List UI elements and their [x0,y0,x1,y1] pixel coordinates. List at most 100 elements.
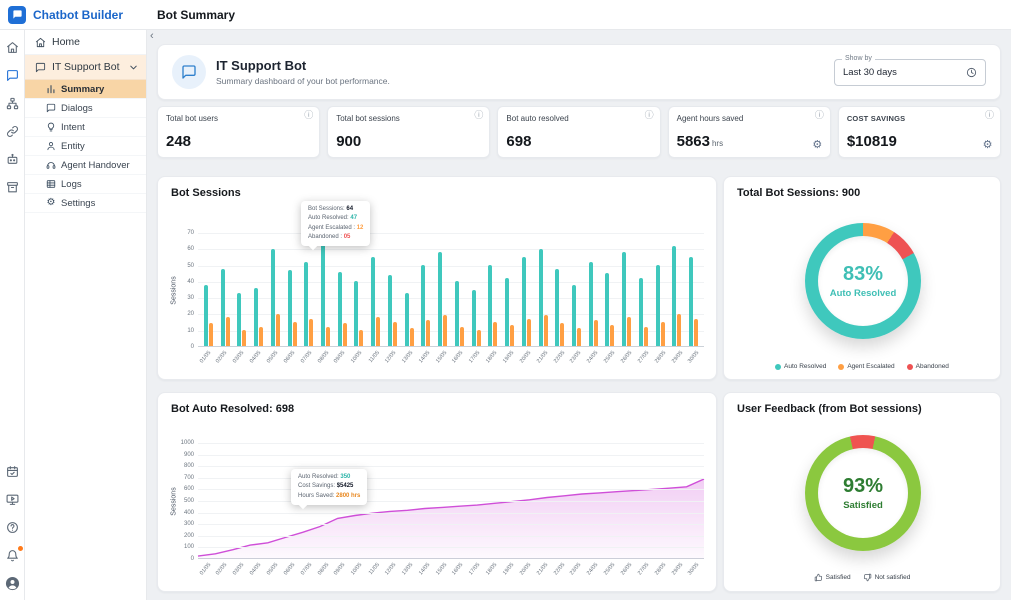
bar-group-29/05[interactable] [669,233,686,346]
bar-group-26/05[interactable] [618,233,635,346]
app-logo[interactable] [8,6,26,24]
rail-link-button[interactable] [5,124,20,139]
lightbulb-icon [46,122,56,132]
bar-group-27/05[interactable] [635,233,652,346]
bar-group-08/05[interactable] [317,233,334,346]
legend-item-abandoned[interactable]: Abandoned [907,363,949,370]
x-tick-label: 16/05 [451,350,464,364]
bar-group-12/05[interactable] [384,233,401,346]
bar-group-17/05[interactable] [468,233,485,346]
bar [237,293,241,346]
rail-home-button[interactable] [5,40,20,55]
calendar-icon [6,465,19,478]
bar-group-09/05[interactable] [334,233,351,346]
bar-group-06/05[interactable] [284,233,301,346]
rail-calendar-button[interactable] [5,464,20,479]
bar [605,273,609,346]
bar [438,252,442,346]
avatar-icon [5,576,20,591]
sidebar-item-agent-handover[interactable]: Agent Handover [25,156,146,175]
notification-badge [17,545,24,552]
bar-group-02/05[interactable] [217,233,234,346]
info-icon[interactable]: ⓘ [474,112,483,121]
legend-item-satisfied[interactable]: Satisfied [814,573,851,582]
info-icon[interactable]: ⓘ [985,112,994,121]
bar [354,281,358,346]
bar-group-07/05[interactable] [300,233,317,346]
auto-resolved-chart-card: Bot Auto Resolved: 698 Sessions 01002003… [157,392,717,592]
sidebar-item-logs[interactable]: Logs [25,175,146,194]
stat-settings-icon[interactable]: ⚙ [812,139,823,150]
rail-monitor-button[interactable] [5,492,20,507]
x-tick: 06/05 [282,560,299,584]
bot-subtitle: Summary dashboard of your bot performanc… [216,76,390,86]
legend-item-agent-escalated[interactable]: Agent Escalated [838,363,894,370]
show-by-dropdown[interactable]: Show by Last 30 days [834,59,986,86]
bar-group-30/05[interactable] [685,233,702,346]
bar-group-22/05[interactable] [551,233,568,346]
bar-group-10/05[interactable] [351,233,368,346]
bar-group-16/05[interactable] [451,233,468,346]
bar-group-11/05[interactable] [367,233,384,346]
bar-group-15/05[interactable] [434,233,451,346]
bar-group-04/05[interactable] [250,233,267,346]
rail-sitemap-button[interactable] [5,96,20,111]
rail-robot-button[interactable] [5,152,20,167]
rail-help-button[interactable] [5,520,20,535]
info-icon[interactable]: ⓘ [815,112,824,121]
sidebar: Home IT Support Bot SummaryDialogsIntent… [25,30,147,600]
info-icon[interactable]: ⓘ [304,112,313,121]
bar-group-14/05[interactable] [418,233,435,346]
chart-title: Bot Sessions [171,187,241,199]
stat-settings-icon[interactable]: ⚙ [982,139,993,150]
bar-group-03/05[interactable] [233,233,250,346]
sidebar-item-bot[interactable]: IT Support Bot [25,55,146,80]
bar-group-23/05[interactable] [568,233,585,346]
sidebar-item-entity[interactable]: Entity [25,137,146,156]
x-tick: 18/05 [485,348,502,372]
x-tick: 27/05 [636,560,653,584]
bar-group-01/05[interactable] [200,233,217,346]
sidebar-item-dialogs[interactable]: Dialogs [25,99,146,118]
x-tick: 26/05 [619,560,636,584]
info-icon[interactable]: ⓘ [645,112,654,121]
sidebar-item-intent[interactable]: Intent [25,118,146,137]
legend-item-not-satisfied[interactable]: Not satisfied [863,573,911,582]
legend-item-auto-resolved[interactable]: Auto Resolved [775,363,826,370]
rail-bell-button[interactable] [5,548,20,563]
collapse-sidebar-button[interactable]: ‹ [150,30,154,42]
archive-icon [6,181,19,194]
x-tick: 18/05 [485,560,502,584]
stat-card-total-bot-sessions: Total bot sessionsⓘ900 [327,106,490,158]
stat-card-cost-savings: COST SAVINGSⓘ$10819⚙ [838,106,1001,158]
bar-group-13/05[interactable] [401,233,418,346]
x-tick: 11/05 [367,348,384,372]
bar [271,249,275,346]
bar-group-18/05[interactable] [484,233,501,346]
bar-group-20/05[interactable] [518,233,535,346]
rail-archive-button[interactable] [5,180,20,195]
bar-group-24/05[interactable] [585,233,602,346]
sidebar-item-home[interactable]: Home [25,30,146,55]
bar-group-05/05[interactable] [267,233,284,346]
rail-chat-button[interactable] [5,68,20,83]
bar-group-19/05[interactable] [501,233,518,346]
bar-group-25/05[interactable] [602,233,619,346]
x-tick-label: 25/05 [603,350,616,364]
bot-header-card: IT Support Bot Summary dashboard of your… [157,44,1001,100]
x-tick: 05/05 [265,348,282,372]
x-tick-label: 13/05 [401,350,414,364]
bar [254,288,258,346]
bar [577,328,581,346]
bar [527,319,531,346]
bar-group-28/05[interactable] [652,233,669,346]
chevron-down-icon [128,62,139,73]
tooltip-line: Cost Savings: $5425 [298,482,360,491]
rail-avatar-button[interactable] [5,576,20,591]
bar-group-21/05[interactable] [535,233,552,346]
sidebar-item-summary[interactable]: Summary [25,80,146,99]
x-tick: 17/05 [468,348,485,372]
sidebar-item-settings[interactable]: ⚙Settings [25,194,146,213]
x-tick-label: 22/05 [552,562,565,576]
bar-chart-icon [46,84,56,94]
